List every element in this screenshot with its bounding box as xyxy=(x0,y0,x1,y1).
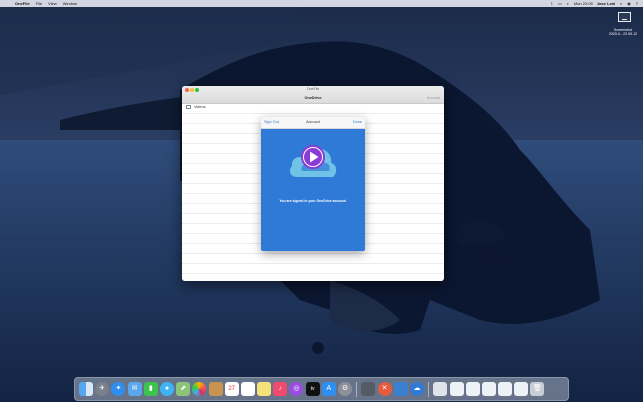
control-center-icon[interactable]: ≡ xyxy=(635,1,639,6)
siri-icon[interactable]: ◉ xyxy=(627,1,631,6)
xcode-icon[interactable]: ✕ xyxy=(377,382,392,396)
list-item-label: Videos xyxy=(194,105,206,109)
app-store-icon[interactable]: A xyxy=(321,382,336,396)
volume-icon[interactable]: ◖ xyxy=(566,1,570,6)
onefile-icon[interactable]: ☁ xyxy=(409,382,424,396)
account-sheet: Sign Out Account Done You are signed in … xyxy=(261,117,365,251)
onedrive-logo-icon xyxy=(289,145,337,177)
window-icon[interactable] xyxy=(449,382,464,396)
done-button[interactable]: Done xyxy=(353,120,362,124)
user-name[interactable]: Jose Leal xyxy=(597,1,615,6)
safari-icon[interactable]: ✦ xyxy=(111,382,126,396)
trash-icon[interactable]: 🗑 xyxy=(530,382,545,396)
window-icon[interactable] xyxy=(481,382,496,396)
screenshot-file-icon[interactable] xyxy=(614,12,636,28)
sheet-title: Account xyxy=(306,120,320,124)
facetime-icon[interactable]: ▮ xyxy=(143,382,158,396)
podcasts-icon[interactable]: ◎ xyxy=(289,382,304,396)
menu-file[interactable]: File xyxy=(36,1,42,6)
clock[interactable]: Mon 22:09 xyxy=(574,1,593,6)
account-button[interactable]: Account xyxy=(427,96,440,100)
sheet-toolbar: Sign Out Account Done xyxy=(261,117,365,129)
list-item[interactable]: Videos xyxy=(186,104,206,110)
reminders-icon[interactable] xyxy=(240,382,255,396)
folder-icon[interactable] xyxy=(433,382,448,396)
menu-bar: OneFile File View Window ᛒ ▭ ◖ Mon 22:09… xyxy=(0,0,643,7)
music-icon[interactable]: ♪ xyxy=(273,382,288,396)
status-area: ᛒ ▭ ◖ Mon 22:09 Jose Leal ⌕ ◉ ≡ xyxy=(550,0,639,7)
folder-icon xyxy=(186,105,191,109)
notes-icon[interactable] xyxy=(257,382,272,396)
dock-separator xyxy=(356,382,358,397)
window-icon[interactable] xyxy=(498,382,513,396)
photos-icon[interactable] xyxy=(192,382,207,396)
window-icon[interactable] xyxy=(514,382,529,396)
dock-items: ✈ ✦ ✉ ▮ ● ⬈ 27 ♪ ◎ tv A ⚙ ✕ ☁ 🗑 xyxy=(79,382,545,397)
preview-icon[interactable] xyxy=(393,382,408,396)
window-titlebar[interactable]: OneFile OneDrive Account xyxy=(182,86,444,104)
launchpad-icon[interactable]: ✈ xyxy=(95,382,110,396)
calendar-icon[interactable]: 27 xyxy=(224,382,239,396)
contacts-icon[interactable] xyxy=(208,382,223,396)
tv-icon[interactable]: tv xyxy=(305,382,320,396)
mail-icon[interactable]: ✉ xyxy=(127,382,142,396)
menu-app-name[interactable]: OneFile xyxy=(15,1,30,6)
signed-in-message: You are signed in your OneDrive account. xyxy=(279,199,347,203)
screenshot-file-label[interactable]: Screenshot 2020-0...22.09.12 xyxy=(606,28,640,36)
window-header-title: OneDrive xyxy=(304,96,322,100)
window-icon[interactable] xyxy=(465,382,480,396)
system-preferences-icon[interactable]: ⚙ xyxy=(338,382,352,396)
dock-separator xyxy=(428,382,430,397)
display-icon[interactable]: ▭ xyxy=(558,1,562,6)
bluetooth-icon[interactable]: ᛒ xyxy=(550,1,554,6)
terminal-icon[interactable] xyxy=(361,382,376,396)
menu-view[interactable]: View xyxy=(48,1,57,6)
menu-window[interactable]: Window xyxy=(63,1,77,6)
apple-menu-icon[interactable] xyxy=(5,2,9,6)
messages-icon[interactable]: ● xyxy=(159,382,174,396)
dock: ✈ ✦ ✉ ▮ ● ⬈ 27 ♪ ◎ tv A ⚙ ✕ ☁ 🗑 xyxy=(74,377,569,401)
window-title: OneFile xyxy=(306,87,320,91)
maps-icon[interactable]: ⬈ xyxy=(176,382,191,396)
finder-icon[interactable] xyxy=(79,382,93,396)
search-icon[interactable]: ⌕ xyxy=(619,1,623,6)
